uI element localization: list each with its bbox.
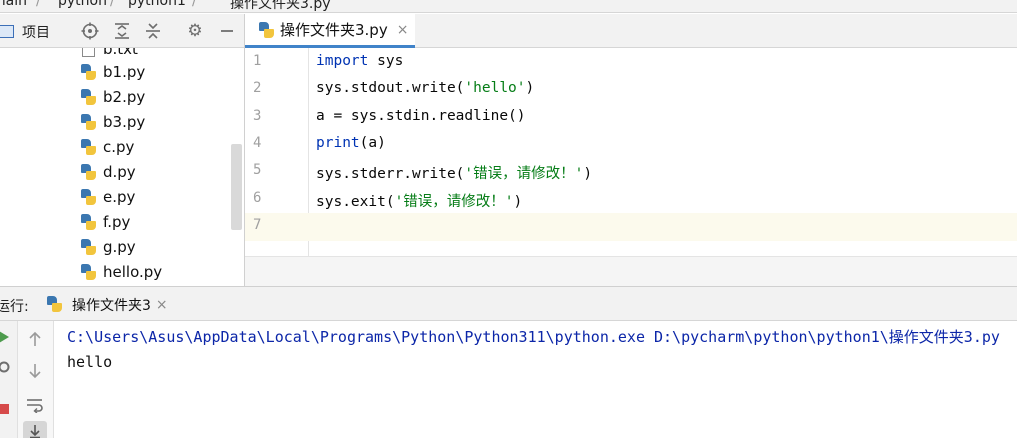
tree-item[interactable]: g.py [80, 234, 136, 259]
code-line: sys.stderr.write('错误，请修改！') [316, 162, 592, 183]
editor-tab-bar: 操作文件夹3.py × [245, 14, 1017, 48]
code-text: sys.stderr.write( [316, 166, 465, 183]
breadcrumb-item[interactable]: python1 [128, 0, 186, 9]
tree-item-label: b.txt [103, 48, 138, 58]
stop-icon[interactable] [0, 399, 14, 419]
line-number: 5 [253, 162, 262, 179]
editor-tab-active[interactable]: 操作文件夹3.py × [245, 14, 415, 48]
tree-item-label: g.py [103, 237, 136, 256]
tree-item[interactable]: b1.py [80, 59, 145, 84]
python-file-icon [80, 213, 97, 231]
run-tab[interactable]: 操作文件夹3 × [46, 287, 168, 322]
gear-icon[interactable]: ⚙ [185, 21, 205, 41]
project-file-tree: b.txt b1.py b2.py b3.py c.py d.py e.py f… [0, 48, 244, 286]
code-string: 'hello' [464, 80, 526, 97]
tree-item[interactable]: hello.py [80, 259, 162, 284]
code-line: sys.stdout.write('hello') [316, 80, 534, 96]
python-file-icon [46, 295, 64, 314]
close-icon[interactable]: × [397, 22, 409, 38]
code-keyword: import [316, 53, 369, 69]
breadcrumb-item[interactable]: python [58, 0, 107, 9]
console-command-line: C:\Users\Asus\AppData\Local\Programs\Pyt… [67, 328, 1000, 346]
code-text: (a) [359, 134, 386, 151]
python-file-icon [80, 63, 97, 81]
locate-icon[interactable] [80, 21, 100, 41]
minimize-icon[interactable] [217, 21, 237, 41]
breadcrumb-item[interactable]: 操作文件夹3.py [230, 0, 331, 12]
python-file-icon [80, 238, 97, 256]
tree-item-label: b3.py [103, 112, 146, 131]
python-file-icon [80, 188, 97, 206]
tree-item-label: b2.py [103, 87, 146, 106]
text-file-icon [80, 48, 97, 58]
code-line: import sys [316, 53, 403, 69]
tree-item[interactable]: f.py [80, 209, 130, 234]
code-string: '错误，请修改！' [464, 166, 584, 183]
python-file-icon [80, 163, 97, 181]
expand-all-icon[interactable] [112, 21, 132, 41]
collapse-all-icon[interactable] [143, 21, 163, 41]
console-output-line: hello [67, 353, 113, 371]
current-line-highlight [245, 213, 1017, 241]
project-icon [0, 25, 14, 38]
run-tab-label: 操作文件夹3 [72, 297, 151, 314]
project-panel-header: 项目 ⚙ [0, 14, 244, 48]
tree-item[interactable]: b3.py [80, 109, 145, 134]
line-number: 7 [253, 216, 262, 233]
run-panel-header: 运行: 操作文件夹3 × [0, 286, 1017, 321]
tree-item-label: c.py [103, 137, 135, 156]
settings-wrench-icon[interactable] [0, 357, 14, 377]
tree-scrollbar[interactable] [231, 144, 242, 230]
tree-item-label: d.py [103, 162, 136, 181]
breadcrumb-separator: / [110, 0, 115, 9]
code-text: sys [368, 53, 404, 69]
breadcrumb-separator: / [36, 0, 41, 9]
code-text: ) [525, 80, 535, 97]
soft-wrap-icon[interactable] [25, 395, 45, 415]
run-toolbar-left [0, 321, 18, 438]
tree-item[interactable]: d.py [80, 159, 136, 184]
breadcrumb-item[interactable]: main [0, 0, 27, 9]
breadcrumb: main / python / python1 / 操作文件夹3.py [0, 0, 1017, 13]
tree-item-label: f.py [103, 212, 131, 231]
tree-item-label: e.py [103, 187, 136, 206]
code-text: a = sys.stdin.readline() [316, 107, 526, 124]
code-string: '错误，请修改！' [394, 193, 514, 210]
code-line: sys.exit('错误，请修改！') [316, 190, 522, 211]
arrow-down-icon[interactable] [25, 361, 45, 381]
python-file-icon [80, 138, 97, 156]
python-file-icon [258, 21, 275, 39]
run-panel-label: 运行: [0, 299, 29, 315]
line-number: 1 [253, 53, 262, 69]
tree-item-label: hello.py [103, 262, 163, 281]
tree-item-label: b1.py [103, 62, 146, 81]
line-number: 4 [253, 134, 262, 151]
tree-item[interactable]: c.py [80, 134, 134, 159]
python-file-icon [80, 263, 97, 281]
project-panel-title[interactable]: 项目 [22, 22, 50, 42]
code-line: print(a) [316, 135, 386, 151]
scroll-to-end-icon[interactable] [23, 421, 47, 438]
code-text: ) [583, 166, 593, 183]
breadcrumb-separator: / [192, 0, 197, 9]
python-file-icon [80, 113, 97, 131]
code-text: ) [513, 193, 523, 210]
tree-item[interactable]: e.py [80, 184, 135, 209]
editor-tab-label: 操作文件夹3.py [280, 21, 388, 39]
code-keyword: print [316, 134, 360, 151]
tree-item[interactable]: b2.py [80, 84, 145, 109]
code-line: a = sys.stdin.readline() [316, 108, 526, 124]
line-number: 2 [253, 80, 262, 97]
line-number: 6 [253, 189, 262, 206]
code-text: sys.exit( [316, 193, 395, 210]
code-text: sys.stdout.write( [316, 80, 465, 97]
editor-bottom-area [245, 256, 1017, 286]
run-toolbar-right [18, 321, 54, 438]
arrow-up-icon[interactable] [25, 329, 45, 349]
rerun-icon[interactable] [0, 327, 14, 347]
close-icon[interactable]: × [156, 297, 168, 313]
line-number: 3 [253, 107, 262, 124]
python-file-icon [80, 88, 97, 106]
